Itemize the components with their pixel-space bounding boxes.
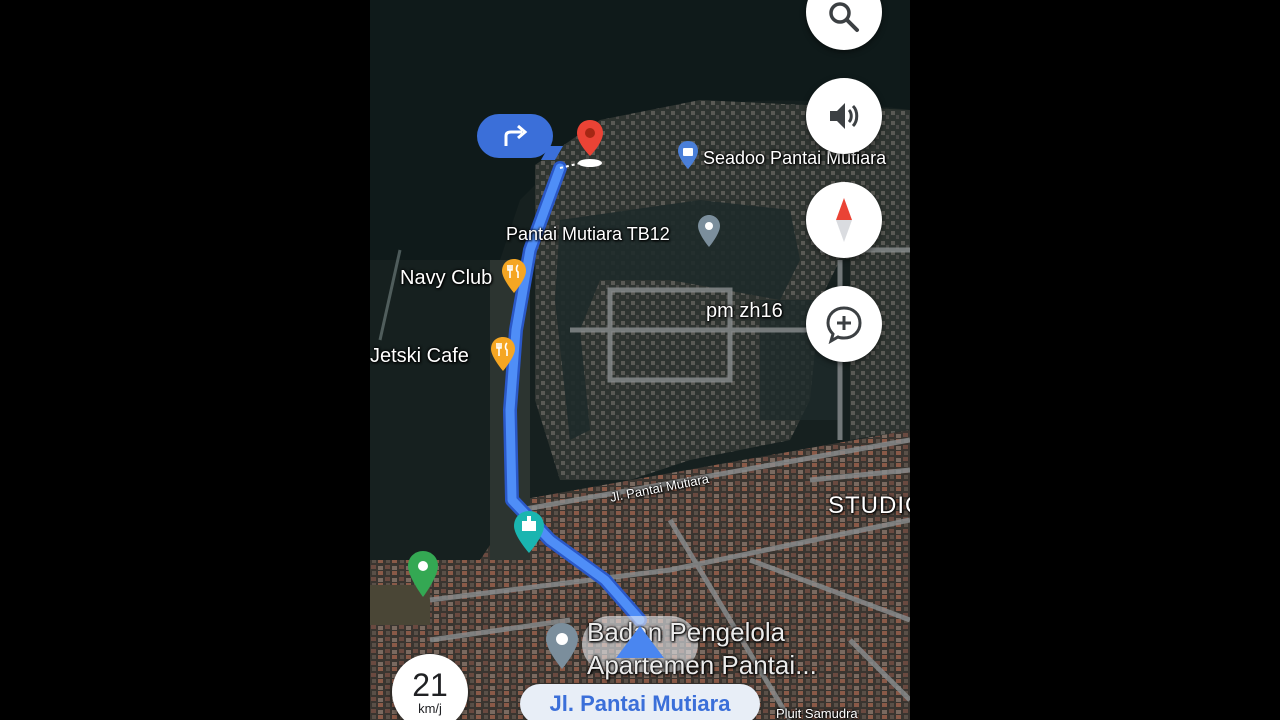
district-label-studio: STUDIO (828, 492, 910, 519)
compass-button[interactable] (806, 182, 882, 258)
poi-label-navy-club[interactable]: Navy Club (400, 267, 492, 290)
search-icon (829, 2, 859, 32)
navigation-screen: Seadoo Pantai Mutiara Pantai Mutiara TB1… (370, 0, 910, 720)
restaurant-pin-icon[interactable] (501, 258, 527, 294)
add-report-button[interactable] (806, 286, 882, 362)
destination-pin-icon[interactable] (574, 118, 606, 168)
speed-unit: km/j (418, 701, 442, 716)
poi-label-jetski-cafe[interactable]: Jetski Cafe (370, 345, 469, 368)
navigation-arrow-icon (616, 626, 664, 658)
speedometer: 21 km/j (392, 654, 468, 720)
location-pin-icon[interactable] (545, 622, 579, 670)
speed-value: 21 (412, 667, 448, 703)
park-pin-icon[interactable] (407, 550, 439, 598)
compass-icon (836, 198, 852, 242)
poi-label-seadoo[interactable]: Seadoo Pantai Mutiara (703, 148, 886, 169)
volume-button[interactable] (806, 78, 882, 154)
attraction-pin-icon[interactable] (513, 510, 545, 554)
current-street-label[interactable]: Jl. Pantai Mutiara (520, 684, 760, 720)
shopping-pin-icon[interactable] (677, 140, 699, 170)
poi-label-pm-zh16[interactable]: pm zh16 (706, 300, 783, 323)
volume-icon (830, 103, 859, 129)
poi-label-pluit-samudra[interactable]: Pluit Samudra (776, 706, 858, 720)
poi-label-tb12[interactable]: Pantai Mutiara TB12 (506, 224, 670, 245)
turn-right-arrow-icon (504, 124, 528, 146)
next-turn-indicator[interactable] (477, 114, 553, 158)
restaurant-pin-icon[interactable] (490, 336, 516, 372)
location-pin-icon[interactable] (697, 214, 721, 248)
add-report-icon (826, 306, 862, 344)
